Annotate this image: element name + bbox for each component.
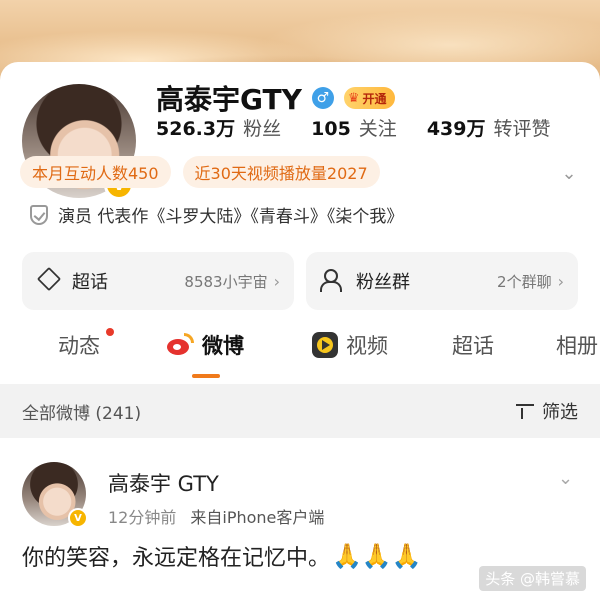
tab-album[interactable]: 相册 [556, 330, 598, 360]
following-label[interactable]: 关注 [359, 114, 397, 141]
post-time: 12分钟前 [108, 508, 177, 527]
profile-name: 高泰宇GTY [156, 83, 302, 116]
tab-label: 微博 [202, 334, 244, 358]
filter-bar: 全部微博 (241) 筛选 [0, 384, 600, 438]
fan-group-card[interactable]: 粉丝群 2个群聊 › [306, 252, 578, 310]
chevron-down-icon[interactable]: ⌄ [558, 468, 573, 489]
vip-label: 开通 [362, 91, 387, 106]
intro-text: 演员 代表作《斗罗大陆》《青春斗》《柒个我》 [58, 207, 404, 227]
filter-icon [516, 402, 536, 420]
people-icon [320, 269, 346, 293]
verified-badge-icon: V [68, 508, 88, 528]
profile-intro[interactable]: 演员 代表作《斗罗大陆》《青春斗》《柒个我》 [30, 202, 403, 227]
tab-weibo[interactable]: 微博 [166, 330, 244, 360]
tab-video[interactable]: 视频 [312, 330, 388, 360]
video-icon [312, 332, 338, 358]
tab-label: 超话 [452, 334, 494, 358]
post-card: V 高泰宇 GTY 12分钟前 来自iPhone客户端 ⌄ 你的笑容，永远定格在… [0, 438, 600, 601]
tab-super-topic[interactable]: 超话 [452, 330, 494, 360]
tab-label: 视频 [346, 334, 388, 358]
shield-icon [30, 204, 48, 225]
post-body[interactable]: 你的笑容，永远定格在记忆中。 🙏🙏🙏 [22, 540, 422, 572]
all-posts-label: 全部微博 (241) [22, 403, 142, 424]
profile-stats: 526.3万 粉丝 105 关注 439万 转评赞 [156, 114, 573, 141]
profile-tabs: 动态 微博 视频 超话 相册 [0, 322, 600, 378]
watermark: 头条 @韩嘗慕 [479, 566, 586, 591]
chevron-right-icon: › [557, 271, 564, 291]
following-count[interactable]: 105 [311, 118, 351, 140]
tab-label: 动态 [58, 334, 100, 358]
vip-open-button[interactable]: ♛ 开通 [343, 87, 395, 109]
video-play-tag[interactable]: 近30天视频播放量2027 [182, 156, 380, 188]
tab-feed[interactable]: 动态 [58, 330, 100, 360]
followers-label[interactable]: 粉丝 [243, 114, 281, 141]
filter-label: 筛选 [542, 402, 578, 423]
male-gender-icon: ♂ [311, 87, 334, 109]
post-text: 你的笑容，永远定格在记忆中。 [22, 546, 331, 571]
weibo-icon [166, 333, 194, 357]
watermark-text: 头条 @韩嘗慕 [485, 570, 580, 588]
likes-count: 439万 [426, 118, 486, 140]
likes-label: 转评赞 [493, 118, 551, 140]
filter-button[interactable]: 筛选 [516, 398, 578, 424]
notification-dot [106, 328, 114, 336]
interaction-tag[interactable]: 本月互动人数450 [20, 156, 171, 188]
profile-name-row: 高泰宇GTY ♂ ♛ 开通 [156, 78, 395, 118]
fan-group-label: 粉丝群 [356, 272, 410, 293]
diamond-icon [36, 269, 62, 293]
followers-count[interactable]: 526.3万 [156, 114, 235, 141]
super-topic-value: 8583小宇宙 [184, 272, 268, 291]
tab-label: 相册 [556, 334, 598, 358]
crown-icon: ♛ [347, 90, 360, 106]
post-source: 来自iPhone客户端 [190, 508, 325, 527]
active-tab-indicator [192, 374, 220, 378]
post-meta: 12分钟前 来自iPhone客户端 [108, 504, 324, 528]
profile-tags: 本月互动人数450 近30天视频播放量2027 [20, 156, 380, 188]
fan-group-value: 2个群聊 [497, 272, 552, 291]
chevron-down-icon[interactable]: ⌄ [558, 162, 580, 184]
pray-emoji: 🙏🙏🙏 [332, 542, 422, 570]
super-topic-card[interactable]: 超话 8583小宇宙 › [22, 252, 294, 310]
chevron-right-icon: › [273, 271, 280, 291]
post-author-name[interactable]: 高泰宇 GTY [108, 468, 219, 498]
super-topic-label: 超话 [72, 272, 108, 293]
